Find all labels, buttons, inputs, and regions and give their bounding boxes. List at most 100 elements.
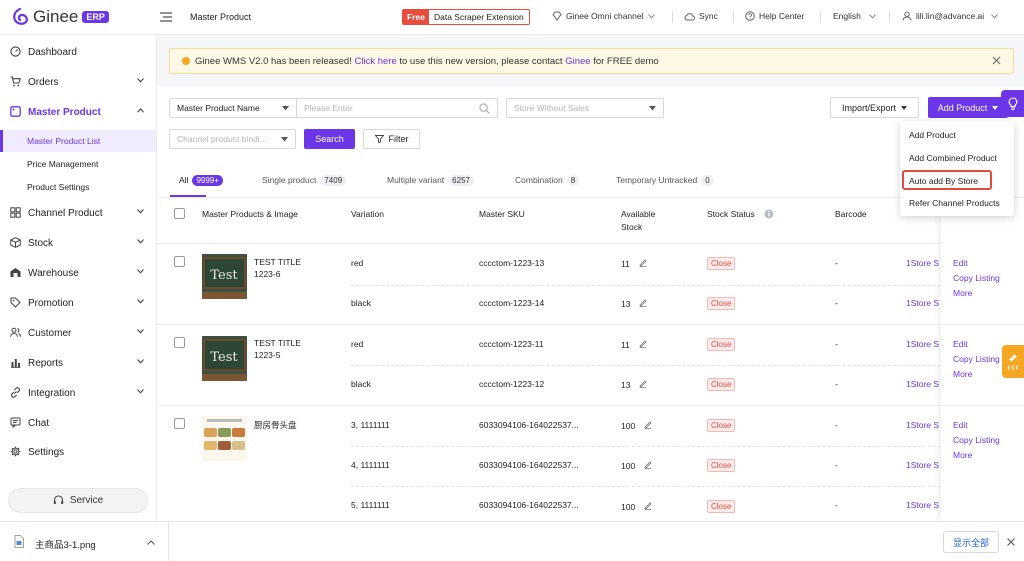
store-link[interactable]: 1Store S	[906, 298, 939, 308]
menu-item-refer-channel-products[interactable]: Refer Channel Products	[909, 198, 1000, 208]
filter-button[interactable]: Filter	[363, 129, 420, 149]
copy-listing-link[interactable]: Copy Listing	[953, 273, 1000, 283]
edit-pencil-icon[interactable]	[639, 259, 647, 267]
edit-pencil-icon[interactable]	[639, 340, 647, 348]
banner-click-here-link[interactable]: Click here	[354, 56, 396, 67]
close-icon[interactable]	[1007, 538, 1015, 546]
store-link[interactable]: 1Store S	[906, 460, 939, 470]
close-icon[interactable]	[992, 56, 1001, 65]
sidebar-item-customer[interactable]: Customer	[0, 322, 157, 344]
edit-pencil-icon[interactable]	[644, 502, 652, 510]
edit-pencil-icon[interactable]	[639, 380, 647, 388]
copy-listing-link[interactable]: Copy Listing	[953, 354, 1000, 364]
edit-link[interactable]: Edit	[953, 420, 968, 430]
omni-channel-label: Ginee Omni channel	[566, 11, 644, 21]
sidebar-item-label: Customer	[28, 327, 72, 339]
edit-pencil-icon[interactable]	[644, 421, 652, 429]
search-button[interactable]: Search	[304, 129, 355, 149]
more-link[interactable]: More	[953, 288, 972, 298]
sidebar-subitem-label: Product Settings	[27, 182, 90, 192]
language-select[interactable]: English	[833, 11, 876, 21]
filter-icon	[374, 135, 384, 143]
edit-link[interactable]: Edit	[953, 339, 968, 349]
add-product-button[interactable]: Add Product	[928, 97, 1008, 118]
store-link[interactable]: 1Store S	[906, 420, 939, 430]
data-scraper-button[interactable]: Free Data Scraper Extension	[402, 9, 530, 25]
service-button[interactable]: Service	[8, 488, 148, 513]
edit-pencil-icon[interactable]	[639, 299, 647, 307]
sidebar-subitem-master-product-list[interactable]: Master Product List	[0, 130, 156, 152]
channel-binding-select[interactable]: Channel product bindi...	[169, 129, 296, 149]
variation: 3, 1111111	[351, 420, 390, 430]
user-menu[interactable]: lili.lin@advance.ai	[902, 11, 999, 21]
menu-item-add-combined-product[interactable]: Add Combined Product	[909, 153, 997, 163]
copy-listing-link[interactable]: Copy Listing	[953, 435, 1000, 445]
tab-multiple-variant[interactable]: Multiple variant 6257	[387, 173, 474, 187]
info-icon	[182, 57, 190, 65]
filter-button-label: Filter	[388, 134, 409, 144]
sidebar-item-integration[interactable]: Integration	[0, 382, 157, 404]
store-link[interactable]: 1Store S	[906, 339, 939, 349]
sidebar-item-reports[interactable]: Reports	[0, 352, 157, 374]
menu-item-add-product[interactable]: Add Product	[909, 130, 956, 140]
divider	[157, 197, 1024, 198]
more-link[interactable]: More	[953, 369, 972, 379]
tips-button[interactable]	[1001, 90, 1024, 117]
product-title[interactable]: 厨房骨头盘	[254, 419, 297, 431]
sync-label: Sync	[699, 11, 718, 21]
sidebar-item-orders[interactable]: Orders	[0, 71, 157, 93]
import-export-button[interactable]: Import/Export	[830, 97, 919, 118]
chevron-up-icon[interactable]	[147, 540, 155, 545]
sidebar-subitem-price-management[interactable]: Price Management	[0, 153, 156, 175]
tab-all[interactable]: All 9999+	[179, 173, 223, 187]
download-filename[interactable]: 主商品3-1.png	[35, 537, 96, 551]
master-sku: cccctom-1223-12	[479, 379, 545, 389]
sidebar-item-warehouse[interactable]: Warehouse	[0, 262, 157, 284]
search-type-value: Master Product Name	[177, 103, 260, 113]
product-image[interactable]: Test	[202, 254, 247, 299]
col-header-stock-1: Available	[621, 209, 656, 219]
tab-combination[interactable]: Combination 8	[515, 173, 580, 187]
store-link[interactable]: 1Store S	[906, 500, 939, 510]
row-checkbox[interactable]	[174, 418, 185, 429]
banner-ginee-link[interactable]: Ginee	[565, 56, 590, 67]
settings-icon	[10, 446, 21, 457]
search-type-select[interactable]: Master Product Name	[169, 98, 297, 118]
sidebar-item-stock[interactable]: Stock	[0, 232, 157, 254]
tab-temporary-untracked[interactable]: Temporary Untracked 0	[616, 173, 714, 187]
store-select[interactable]: Store Without Sales	[506, 98, 664, 118]
row-checkbox[interactable]	[174, 256, 185, 267]
feedback-button[interactable]	[1002, 345, 1024, 378]
sidebar-item-settings[interactable]: Settings	[0, 441, 157, 463]
product-image[interactable]: Test	[202, 336, 247, 381]
store-link[interactable]: 1Store S	[906, 379, 939, 389]
sync-button[interactable]: Sync	[684, 11, 718, 21]
sidebar-item-master-product[interactable]: Master Product	[0, 101, 157, 123]
edit-link[interactable]: Edit	[953, 258, 968, 268]
omni-channel-menu[interactable]: Ginee Omni channel	[552, 11, 655, 21]
sidebar-item-promotion[interactable]: Promotion	[0, 292, 157, 314]
sidebar-item-chat[interactable]: Chat	[0, 412, 157, 434]
row-checkbox[interactable]	[174, 337, 185, 348]
select-all-checkbox[interactable]	[174, 208, 185, 219]
file-icon	[14, 535, 24, 548]
help-center-link[interactable]: Help Center	[745, 11, 804, 21]
info-icon[interactable]	[764, 209, 774, 219]
product-title[interactable]: TEST TITLE	[254, 257, 301, 267]
store-link[interactable]: 1Store S	[906, 258, 939, 268]
product-image[interactable]	[202, 416, 247, 461]
show-all-downloads-button[interactable]: 显示全部	[943, 531, 999, 553]
sidebar-item-dashboard[interactable]: Dashboard	[0, 41, 157, 63]
tab-label: Single product	[262, 175, 317, 185]
edit-pencil-icon[interactable]	[644, 461, 652, 469]
sidebar-subitem-product-settings[interactable]: Product Settings	[0, 176, 156, 198]
menu-toggle-icon[interactable]	[160, 12, 172, 22]
sidebar-item-channel-product[interactable]: Channel Product	[0, 202, 157, 224]
logo[interactable]: Ginee ERP	[10, 7, 109, 27]
product-title[interactable]: TEST TITLE	[254, 338, 301, 348]
tab-single-product[interactable]: Single product 7409	[262, 173, 347, 187]
sidebar-item-label: Master Product	[28, 106, 101, 118]
col-header-barcode: Barcode	[835, 209, 867, 219]
search-input[interactable]: Please Enter	[296, 98, 498, 118]
more-link[interactable]: More	[953, 450, 972, 460]
